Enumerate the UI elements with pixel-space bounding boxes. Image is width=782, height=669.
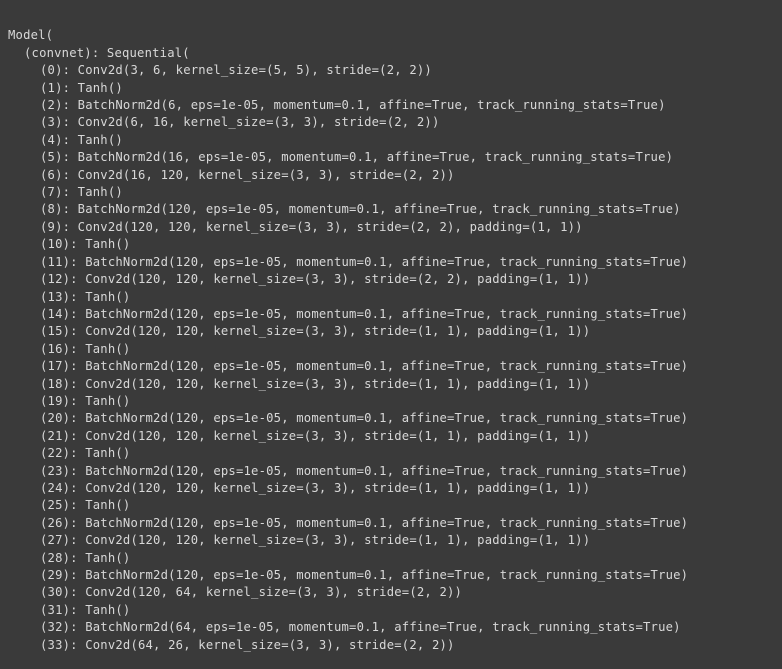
layer-line: (31): Tanh() — [8, 603, 130, 617]
layer-line: (14): BatchNorm2d(120, eps=1e-05, moment… — [8, 307, 688, 321]
layer-line: (15): Conv2d(120, 120, kernel_size=(3, 3… — [8, 324, 590, 338]
layer-line: (24): Conv2d(120, 120, kernel_size=(3, 3… — [8, 481, 590, 495]
layer-line: (32): BatchNorm2d(64, eps=1e-05, momentu… — [8, 620, 681, 634]
layer-line: (21): Conv2d(120, 120, kernel_size=(3, 3… — [8, 429, 590, 443]
layer-line: (23): BatchNorm2d(120, eps=1e-05, moment… — [8, 464, 688, 478]
model-repr-code-block: Model( (convnet): Sequential( (0): Conv2… — [0, 0, 782, 669]
layer-line: (30): Conv2d(120, 64, kernel_size=(3, 3)… — [8, 585, 462, 599]
layer-line: (5): BatchNorm2d(16, eps=1e-05, momentum… — [8, 150, 673, 164]
model-open-line: Model( — [8, 28, 53, 42]
layer-line: (19): Tanh() — [8, 394, 130, 408]
convnet-open-line: (convnet): Sequential( — [8, 46, 190, 60]
layer-line: (28): Tanh() — [8, 551, 130, 565]
layer-line: (6): Conv2d(16, 120, kernel_size=(3, 3),… — [8, 168, 455, 182]
layer-line: (26): BatchNorm2d(120, eps=1e-05, moment… — [8, 516, 688, 530]
layer-line: (10): Tanh() — [8, 237, 130, 251]
layer-line: (27): Conv2d(120, 120, kernel_size=(3, 3… — [8, 533, 590, 547]
layer-line: (16): Tanh() — [8, 342, 130, 356]
layer-line: (12): Conv2d(120, 120, kernel_size=(3, 3… — [8, 272, 590, 286]
layer-line: (29): BatchNorm2d(120, eps=1e-05, moment… — [8, 568, 688, 582]
layer-line: (17): BatchNorm2d(120, eps=1e-05, moment… — [8, 359, 688, 373]
layer-line: (22): Tanh() — [8, 446, 130, 460]
layer-line: (3): Conv2d(6, 16, kernel_size=(3, 3), s… — [8, 115, 440, 129]
layer-line: (33): Conv2d(64, 26, kernel_size=(3, 3),… — [8, 638, 455, 652]
layer-line: (20): BatchNorm2d(120, eps=1e-05, moment… — [8, 411, 688, 425]
layer-list: (0): Conv2d(3, 6, kernel_size=(5, 5), st… — [8, 62, 774, 654]
layer-line: (4): Tanh() — [8, 133, 123, 147]
layer-line: (0): Conv2d(3, 6, kernel_size=(5, 5), st… — [8, 63, 432, 77]
layer-line: (9): Conv2d(120, 120, kernel_size=(3, 3)… — [8, 220, 583, 234]
layer-line: (8): BatchNorm2d(120, eps=1e-05, momentu… — [8, 202, 681, 216]
layer-line: (13): Tanh() — [8, 290, 130, 304]
layer-line: (1): Tanh() — [8, 81, 123, 95]
layer-line: (18): Conv2d(120, 120, kernel_size=(3, 3… — [8, 377, 590, 391]
layer-line: (7): Tanh() — [8, 185, 123, 199]
layer-line: (2): BatchNorm2d(6, eps=1e-05, momentum=… — [8, 98, 666, 112]
layer-line: (11): BatchNorm2d(120, eps=1e-05, moment… — [8, 255, 688, 269]
layer-line: (25): Tanh() — [8, 498, 130, 512]
